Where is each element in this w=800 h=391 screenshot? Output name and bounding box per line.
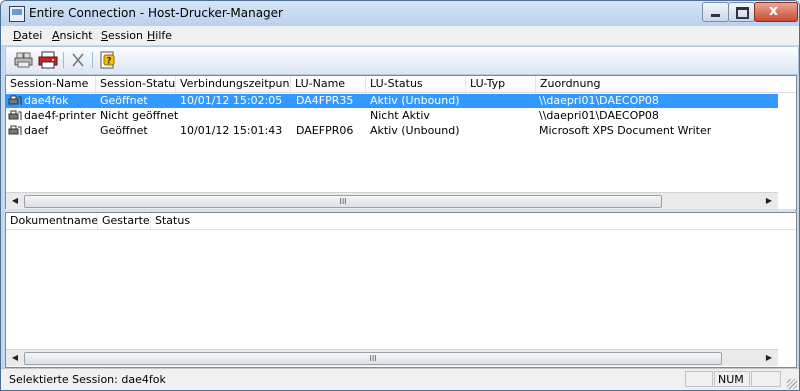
- table-row[interactable]: dae4fok Geöffnet 10/01/12 15:02:05 DA4FP…: [6, 94, 778, 108]
- scroll-left-icon[interactable]: ◀: [8, 194, 22, 208]
- resize-grip-icon[interactable]: [787, 379, 797, 389]
- cell-assignment: \\daepri01\DAECOP08: [539, 109, 659, 122]
- cell-assignment: \\daepri01\DAECOP08: [539, 94, 659, 107]
- cell-lu-status: Aktiv (Unbound): [370, 124, 460, 137]
- title-bar[interactable]: Entire Connection - Host-Drucker-Manager…: [1, 1, 799, 26]
- minimize-icon: [711, 14, 720, 17]
- sessions-hscrollbar[interactable]: ◀ III ▶: [6, 192, 778, 209]
- cell-session-name: daef: [24, 124, 49, 137]
- scroll-thumb[interactable]: III: [24, 195, 662, 208]
- status-selected-session: Selektierte Session: dae4fok: [9, 373, 166, 386]
- printer-session-icon: [8, 125, 22, 137]
- menu-datei[interactable]: Datei: [13, 29, 42, 42]
- sessions-panel: Session-Name Session-Status Verbindungsz…: [5, 75, 797, 211]
- cell-session-status: Geöffnet: [100, 124, 148, 137]
- status-pane-empty: [685, 371, 713, 387]
- col-started[interactable]: Gestartet: [98, 213, 151, 229]
- cell-session-name: dae4f-printer: [24, 109, 96, 122]
- cell-lu-status: Aktiv (Unbound): [370, 94, 460, 107]
- cell-lu-name: DA4FPR35: [296, 94, 354, 107]
- col-status[interactable]: Status: [151, 213, 211, 229]
- table-row[interactable]: dae4f-printer Nicht geöffnet Nicht Aktiv…: [6, 109, 778, 123]
- printer-session-icon: [8, 110, 22, 122]
- scroll-right-icon[interactable]: ▶: [762, 194, 776, 208]
- status-pane-empty: [751, 371, 781, 387]
- minimize-button[interactable]: [702, 2, 729, 22]
- col-lu-type[interactable]: LU-Typ: [466, 76, 536, 92]
- help-page-icon[interactable]: ?: [98, 51, 118, 69]
- menu-hilfe[interactable]: Hilfe: [147, 29, 172, 42]
- cell-lu-name: DAEFPR06: [296, 124, 354, 137]
- cell-lu-status: Nicht Aktiv: [370, 109, 430, 122]
- col-assignment[interactable]: Zuordnung: [536, 76, 796, 92]
- app-window: Entire Connection - Host-Drucker-Manager…: [0, 0, 800, 391]
- svg-text:?: ?: [106, 57, 111, 67]
- scroll-right-icon[interactable]: ▶: [762, 351, 776, 365]
- cell-session-status: Nicht geöffnet: [100, 109, 179, 122]
- documents-header: Dokumentname Gestartet Status: [6, 213, 796, 230]
- maximize-icon: [736, 7, 749, 19]
- menu-ansicht[interactable]: Ansicht: [52, 29, 93, 42]
- printer-connect-icon[interactable]: [14, 51, 34, 69]
- printer-red-icon[interactable]: [38, 51, 58, 69]
- window-title: Entire Connection - Host-Drucker-Manager: [29, 6, 283, 20]
- sessions-header: Session-Name Session-Status Verbindungsz…: [6, 76, 796, 93]
- col-connection-time[interactable]: Verbindungszeitpunkt: [176, 76, 291, 92]
- cell-session-status: Geöffnet: [100, 94, 148, 107]
- delete-x-icon[interactable]: [68, 51, 88, 69]
- scroll-left-icon[interactable]: ◀: [8, 351, 22, 365]
- cell-connection-time: 10/01/12 15:02:05: [180, 94, 283, 107]
- cell-connection-time: 10/01/12 15:01:43: [180, 124, 283, 137]
- close-icon: x: [769, 3, 779, 19]
- col-session-name[interactable]: Session-Name: [6, 76, 96, 92]
- table-row[interactable]: daef Geöffnet 10/01/12 15:01:43 DAEFPR06…: [6, 124, 778, 138]
- col-document-name[interactable]: Dokumentname: [6, 213, 98, 229]
- documents-hscrollbar[interactable]: ◀ III ▶: [6, 349, 778, 366]
- cell-assignment: Microsoft XPS Document Writer: [539, 124, 712, 137]
- status-bar: Selektierte Session: dae4fok NUM: [1, 368, 799, 390]
- scroll-thumb[interactable]: III: [24, 352, 722, 365]
- status-num: NUM: [714, 371, 750, 387]
- col-lu-name[interactable]: LU-Name: [291, 76, 366, 92]
- app-icon: [9, 6, 25, 22]
- toolbar-separator: [92, 52, 93, 68]
- documents-panel: Dokumentname Gestartet Status ◀ III ▶: [5, 212, 797, 368]
- col-lu-status[interactable]: LU-Status: [366, 76, 466, 92]
- toolbar: ?: [5, 46, 799, 75]
- cell-session-name: dae4fok: [24, 94, 69, 107]
- printer-session-icon: [8, 95, 22, 107]
- menu-bar: Datei Ansicht Session Hilfe: [1, 26, 799, 45]
- close-button[interactable]: x: [754, 2, 798, 22]
- toolbar-separator: [63, 52, 64, 68]
- maximize-button[interactable]: [728, 2, 755, 22]
- menu-session[interactable]: Session: [101, 29, 143, 42]
- col-session-status[interactable]: Session-Status: [96, 76, 176, 92]
